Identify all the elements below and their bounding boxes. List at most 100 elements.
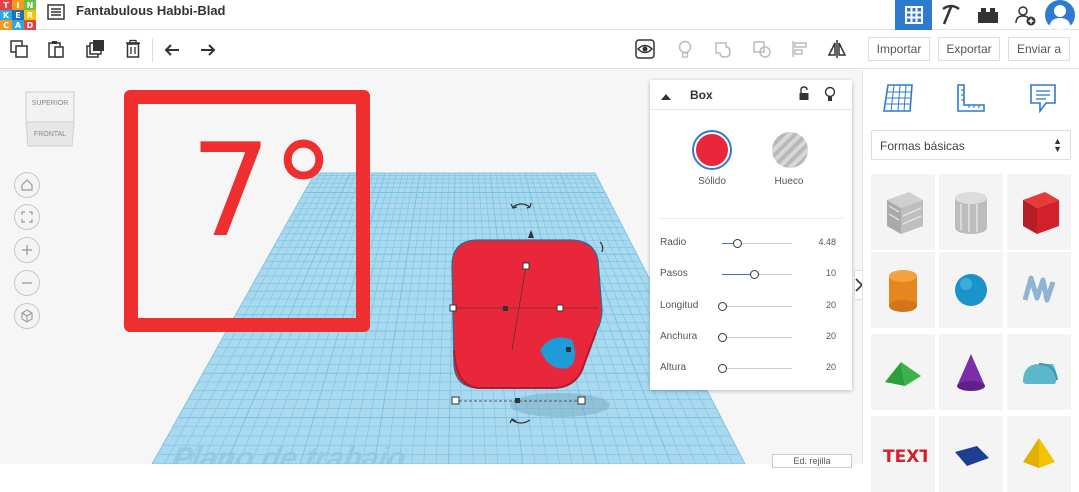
align-icon[interactable] <box>789 38 811 60</box>
logo-letter: I <box>12 0 24 10</box>
delete-icon[interactable] <box>122 38 144 60</box>
edit-toolbar: Importar Exportar Enviar a <box>0 30 1079 69</box>
ruler-tool-icon[interactable] <box>951 80 991 116</box>
pickaxe-icon <box>939 3 963 27</box>
text-shape-icon: TEXT <box>879 428 927 480</box>
cylinder-icon <box>879 264 927 316</box>
shape-box[interactable] <box>1007 174 1071 250</box>
send-to-button[interactable]: Enviar a <box>1008 37 1070 61</box>
view-cube[interactable]: SUPERIOR FRONTAL <box>24 88 76 148</box>
property-value[interactable]: 20 <box>826 300 836 310</box>
avatar[interactable] <box>1045 0 1075 30</box>
project-title[interactable]: Fantabulous Habbi-Blad <box>76 3 226 18</box>
property-value[interactable]: 10 <box>826 268 836 278</box>
property-row: Radio4.48 <box>650 234 852 254</box>
property-label: Longitud <box>660 300 698 311</box>
sphere-icon <box>947 264 995 316</box>
shape-text[interactable]: TEXT <box>871 416 935 492</box>
logo-letter: C <box>0 20 12 30</box>
property-value[interactable]: 20 <box>826 331 836 341</box>
shape-cylinder[interactable] <box>871 252 935 328</box>
edit-grid-button[interactable]: Ed. rejilla <box>772 454 852 468</box>
slider-fill <box>722 274 754 275</box>
round-roof-icon <box>1015 346 1063 398</box>
select-arrows-icon: ▲▼ <box>1053 137 1062 153</box>
shape-polygon[interactable] <box>939 416 1003 492</box>
view-cube-front-label: FRONTAL <box>24 131 76 138</box>
mirror-icon[interactable] <box>826 38 848 60</box>
property-slider[interactable] <box>722 274 792 275</box>
perspective-icon <box>20 309 34 323</box>
export-button[interactable]: Exportar <box>938 37 1000 61</box>
workplane-tool-icon[interactable] <box>879 80 919 116</box>
property-row: Longitud 20 <box>650 297 852 317</box>
shape-box-hole[interactable] <box>871 174 935 250</box>
cone-icon <box>947 346 995 398</box>
property-value[interactable]: 20 <box>826 362 836 372</box>
notes-tool-icon[interactable] <box>1023 80 1063 116</box>
fit-view-button[interactable] <box>14 204 40 230</box>
grid-view-icon <box>904 5 924 25</box>
shapes-panel: Formas básicas ▲▼ TEXT <box>862 70 1079 464</box>
hole-swatch[interactable] <box>772 132 808 168</box>
box-hole-icon <box>879 186 927 238</box>
shape-scribble[interactable] <box>1007 252 1071 328</box>
group-icon[interactable] <box>712 38 734 60</box>
view-switcher <box>895 0 1079 30</box>
light-bulb-icon[interactable] <box>674 38 696 60</box>
undo-icon[interactable] <box>161 38 183 60</box>
show-hide-icon[interactable] <box>634 38 656 60</box>
lock-icon[interactable] <box>798 86 810 107</box>
slider-thumb[interactable] <box>750 270 759 279</box>
shape-pyramid[interactable] <box>1007 416 1071 492</box>
slider-thumb[interactable] <box>718 333 727 342</box>
shape-roof[interactable] <box>871 334 935 410</box>
visibility-bulb-icon[interactable] <box>824 85 836 108</box>
ungroup-icon[interactable] <box>751 38 773 60</box>
user-avatar-icon <box>1045 0 1075 30</box>
zoom-in-button[interactable] <box>14 237 40 263</box>
perspective-button[interactable] <box>14 303 40 329</box>
red-box-shape <box>452 240 602 388</box>
shape-cylinder-hole[interactable] <box>939 174 1003 250</box>
property-slider[interactable] <box>722 306 792 307</box>
plus-icon <box>20 243 34 257</box>
add-user-button[interactable] <box>1006 0 1043 30</box>
annotation-text: 7° <box>190 128 335 256</box>
3d-view-button[interactable] <box>895 0 932 30</box>
shape-cone[interactable] <box>939 334 1003 410</box>
property-slider[interactable] <box>722 243 792 244</box>
cylinder-hole-icon <box>947 186 995 238</box>
collapse-inspector-icon[interactable] <box>660 89 672 107</box>
slider-thumb[interactable] <box>718 302 727 311</box>
import-button[interactable]: Importar <box>868 37 930 61</box>
box-icon <box>1015 186 1063 238</box>
logo-letter: N <box>24 0 36 10</box>
slider-thumb[interactable] <box>718 364 727 373</box>
shape-category-select[interactable]: Formas básicas ▲▼ <box>871 130 1071 160</box>
fit-icon <box>20 210 34 224</box>
property-value[interactable]: 4.48 <box>818 237 836 247</box>
property-slider[interactable] <box>722 368 792 369</box>
solid-color-swatch[interactable] <box>694 132 730 168</box>
scribble-icon <box>1015 264 1063 316</box>
logo-letter: E <box>12 10 24 20</box>
copy-icon[interactable] <box>8 38 30 60</box>
bricks-view-button[interactable] <box>969 0 1006 30</box>
tinkercad-logo[interactable]: T I N K E R C A D <box>0 0 36 30</box>
shape-round-roof[interactable] <box>1007 334 1071 410</box>
project-list-icon[interactable] <box>46 3 66 21</box>
paste-icon[interactable] <box>45 38 67 60</box>
redo-icon[interactable] <box>197 38 219 60</box>
home-view-button[interactable] <box>14 172 40 198</box>
duplicate-icon[interactable] <box>84 38 106 60</box>
view-cube-top-label: SUPERIOR <box>24 100 76 107</box>
slider-thumb[interactable] <box>733 239 742 248</box>
property-slider[interactable] <box>722 337 792 338</box>
zoom-out-button[interactable] <box>14 270 40 296</box>
inspector-divider <box>658 218 844 219</box>
inspector-title: Box <box>690 88 713 102</box>
property-label: Anchura <box>660 331 697 342</box>
minecraft-view-button[interactable] <box>932 0 969 30</box>
shape-sphere[interactable] <box>939 252 1003 328</box>
